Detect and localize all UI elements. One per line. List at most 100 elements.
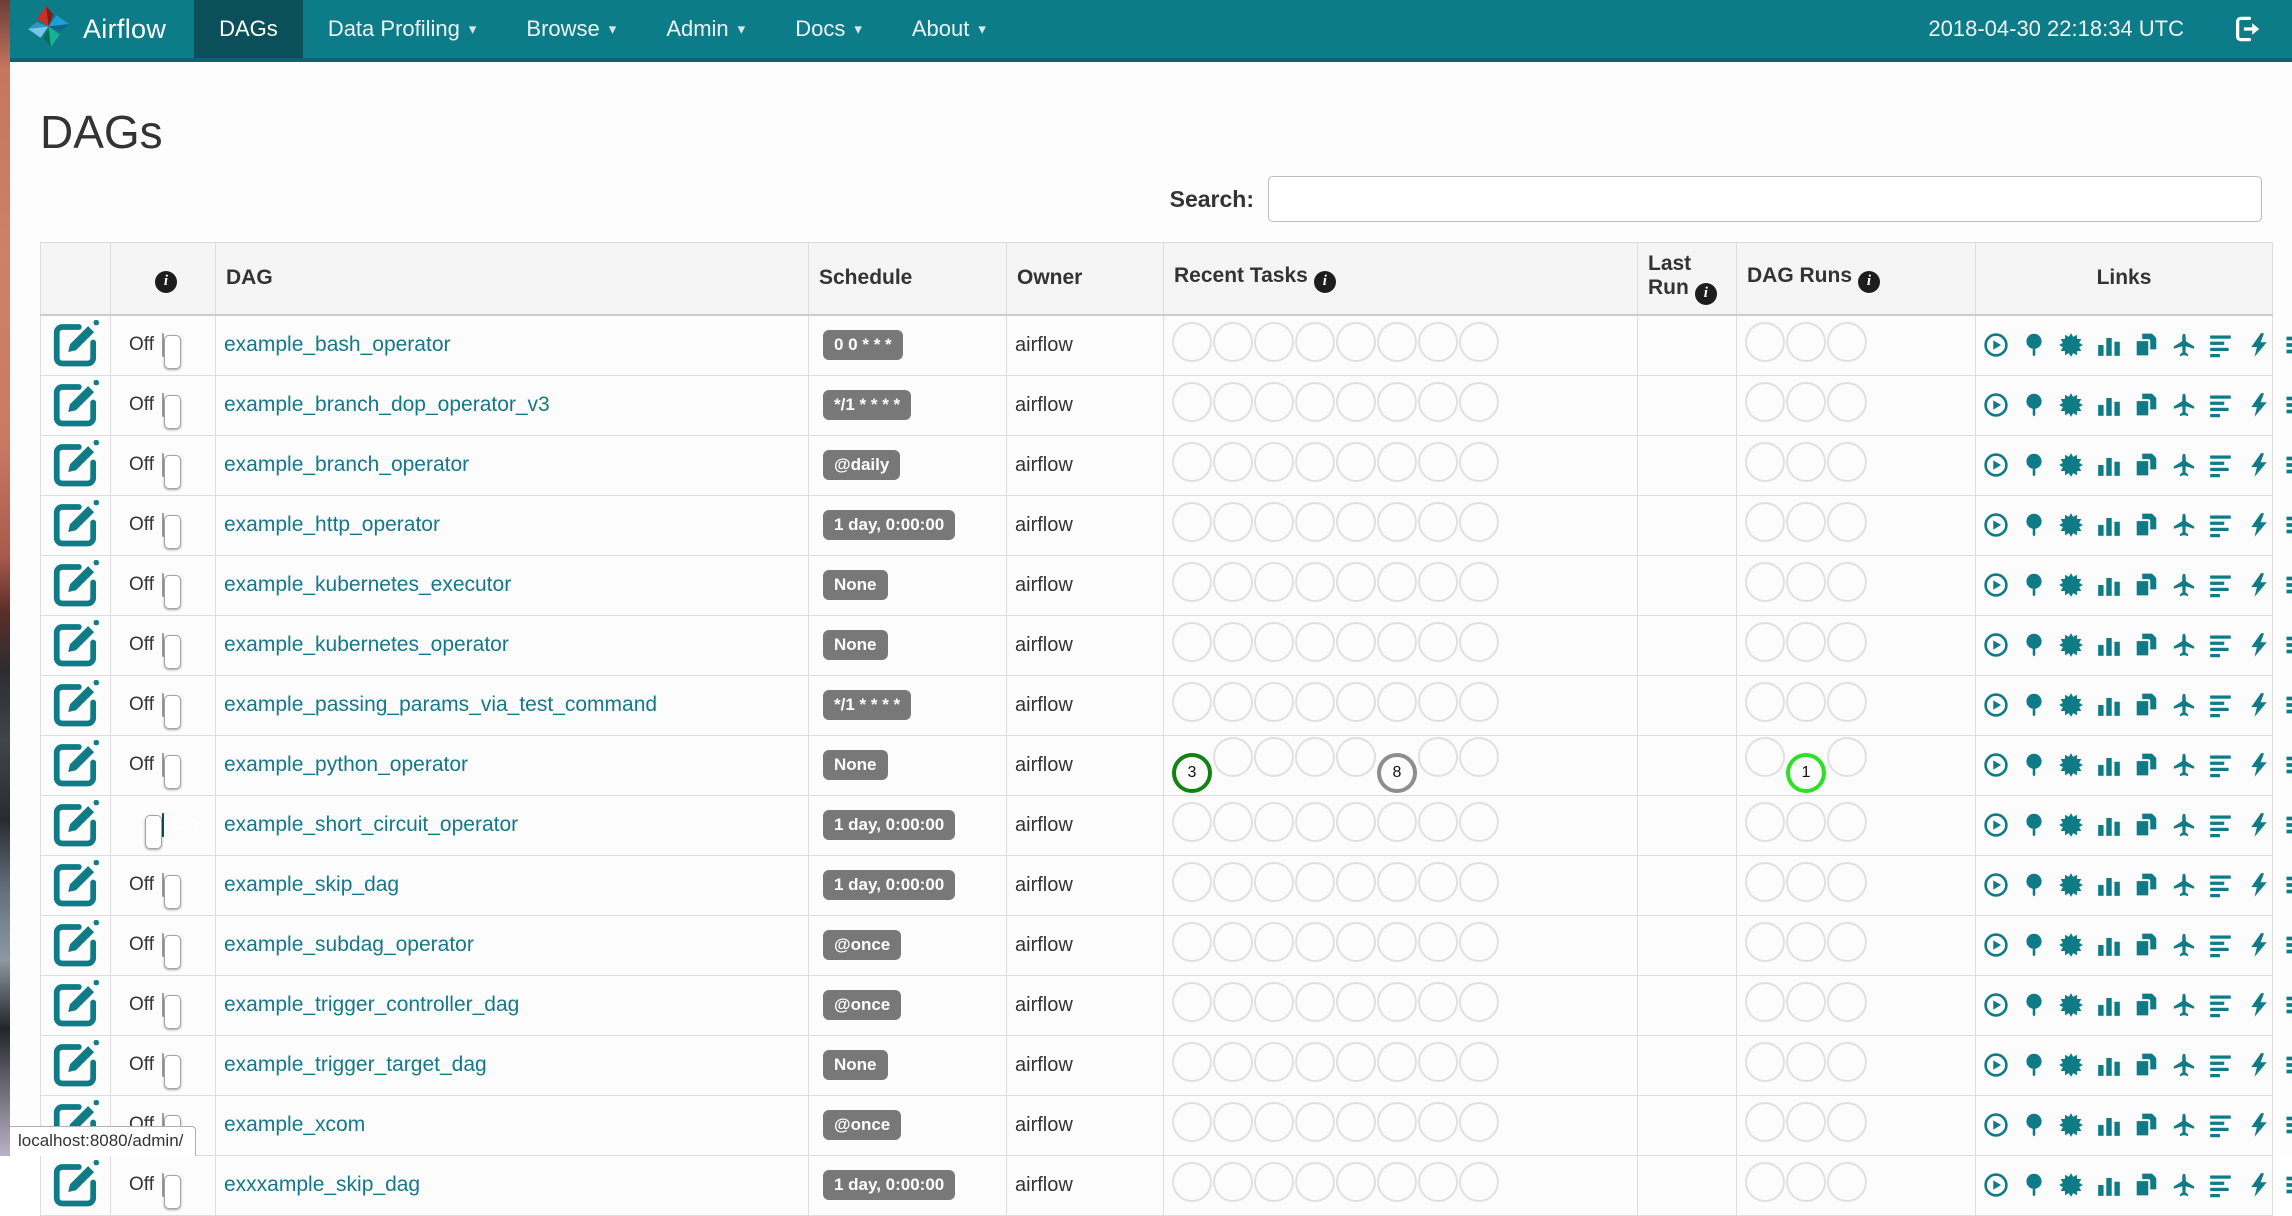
plane-icon[interactable] bbox=[2171, 392, 2197, 418]
align-left-icon[interactable] bbox=[2208, 1052, 2234, 1078]
dag-link[interactable]: example_trigger_controller_dag bbox=[224, 993, 519, 1016]
bolt-icon[interactable] bbox=[2246, 452, 2272, 478]
bolt-icon[interactable] bbox=[2246, 812, 2272, 838]
edit-dag-icon[interactable] bbox=[49, 832, 102, 854]
align-left-icon[interactable] bbox=[2208, 452, 2234, 478]
task-state-circle[interactable]: 3 bbox=[1172, 753, 1212, 793]
dag-link[interactable]: example_bash_operator bbox=[224, 333, 451, 356]
list-icon[interactable] bbox=[2284, 1112, 2292, 1138]
plane-icon[interactable] bbox=[2171, 512, 2197, 538]
dag-link[interactable]: example_passing_params_via_test_command bbox=[224, 693, 657, 716]
bar-chart-icon[interactable] bbox=[2096, 752, 2122, 778]
align-left-icon[interactable] bbox=[2208, 1112, 2234, 1138]
copy-icon[interactable] bbox=[2133, 392, 2159, 418]
nav-item-admin[interactable]: Admin ▾ bbox=[641, 0, 770, 58]
list-icon[interactable] bbox=[2284, 452, 2292, 478]
list-icon[interactable] bbox=[2284, 392, 2292, 418]
align-left-icon[interactable] bbox=[2208, 1172, 2234, 1198]
copy-icon[interactable] bbox=[2133, 572, 2159, 598]
sun-icon[interactable] bbox=[2058, 1172, 2084, 1198]
copy-icon[interactable] bbox=[2133, 632, 2159, 658]
nav-item-about[interactable]: About ▾ bbox=[887, 0, 1011, 58]
dag-pause-toggle[interactable]: Off bbox=[162, 693, 164, 717]
dag-run-circle[interactable]: 1 bbox=[1786, 753, 1826, 793]
sun-icon[interactable] bbox=[2058, 632, 2084, 658]
dag-link[interactable]: example_kubernetes_executor bbox=[224, 573, 511, 596]
sun-icon[interactable] bbox=[2058, 572, 2084, 598]
copy-icon[interactable] bbox=[2133, 1172, 2159, 1198]
plane-icon[interactable] bbox=[2171, 812, 2197, 838]
edit-dag-icon[interactable] bbox=[49, 652, 102, 674]
plane-icon[interactable] bbox=[2171, 752, 2197, 778]
edit-dag-icon[interactable] bbox=[49, 412, 102, 434]
dag-pause-toggle[interactable]: Off bbox=[162, 993, 164, 1017]
tree-icon[interactable] bbox=[2021, 392, 2047, 418]
plane-icon[interactable] bbox=[2171, 632, 2197, 658]
tree-icon[interactable] bbox=[2021, 1172, 2047, 1198]
tree-icon[interactable] bbox=[2021, 692, 2047, 718]
play-circle-icon[interactable] bbox=[1983, 332, 2009, 358]
bar-chart-icon[interactable] bbox=[2096, 572, 2122, 598]
bar-chart-icon[interactable] bbox=[2096, 632, 2122, 658]
list-icon[interactable] bbox=[2284, 1172, 2292, 1198]
align-left-icon[interactable] bbox=[2208, 992, 2234, 1018]
dag-link[interactable]: example_http_operator bbox=[224, 513, 440, 536]
bar-chart-icon[interactable] bbox=[2096, 512, 2122, 538]
bolt-icon[interactable] bbox=[2246, 872, 2272, 898]
plane-icon[interactable] bbox=[2171, 452, 2197, 478]
list-icon[interactable] bbox=[2284, 752, 2292, 778]
plane-icon[interactable] bbox=[2171, 992, 2197, 1018]
align-left-icon[interactable] bbox=[2208, 512, 2234, 538]
play-circle-icon[interactable] bbox=[1983, 452, 2009, 478]
bolt-icon[interactable] bbox=[2246, 572, 2272, 598]
bolt-icon[interactable] bbox=[2246, 1172, 2272, 1198]
search-input[interactable] bbox=[1268, 176, 2262, 222]
play-circle-icon[interactable] bbox=[1983, 872, 2009, 898]
task-state-circle[interactable]: 8 bbox=[1377, 753, 1417, 793]
sun-icon[interactable] bbox=[2058, 452, 2084, 478]
sun-icon[interactable] bbox=[2058, 392, 2084, 418]
align-left-icon[interactable] bbox=[2208, 392, 2234, 418]
bar-chart-icon[interactable] bbox=[2096, 1172, 2122, 1198]
sun-icon[interactable] bbox=[2058, 332, 2084, 358]
align-left-icon[interactable] bbox=[2208, 632, 2234, 658]
bolt-icon[interactable] bbox=[2246, 932, 2272, 958]
play-circle-icon[interactable] bbox=[1983, 752, 2009, 778]
dag-pause-toggle[interactable]: Off bbox=[162, 1053, 164, 1077]
copy-icon[interactable] bbox=[2133, 692, 2159, 718]
copy-icon[interactable] bbox=[2133, 932, 2159, 958]
plane-icon[interactable] bbox=[2171, 1052, 2197, 1078]
dag-pause-toggle[interactable]: Off bbox=[162, 573, 164, 597]
edit-dag-icon[interactable] bbox=[49, 1192, 102, 1214]
plane-icon[interactable] bbox=[2171, 1112, 2197, 1138]
align-left-icon[interactable] bbox=[2208, 752, 2234, 778]
dag-pause-toggle[interactable]: Off bbox=[162, 873, 164, 897]
copy-icon[interactable] bbox=[2133, 1112, 2159, 1138]
tree-icon[interactable] bbox=[2021, 452, 2047, 478]
sun-icon[interactable] bbox=[2058, 1052, 2084, 1078]
tree-icon[interactable] bbox=[2021, 1112, 2047, 1138]
play-circle-icon[interactable] bbox=[1983, 632, 2009, 658]
tree-icon[interactable] bbox=[2021, 752, 2047, 778]
bolt-icon[interactable] bbox=[2246, 752, 2272, 778]
nav-item-data-profiling[interactable]: Data Profiling ▾ bbox=[303, 0, 502, 58]
dag-pause-toggle[interactable]: Off bbox=[162, 1173, 164, 1197]
list-icon[interactable] bbox=[2284, 872, 2292, 898]
bar-chart-icon[interactable] bbox=[2096, 992, 2122, 1018]
bar-chart-icon[interactable] bbox=[2096, 1112, 2122, 1138]
bar-chart-icon[interactable] bbox=[2096, 392, 2122, 418]
edit-dag-icon[interactable] bbox=[49, 712, 102, 734]
plane-icon[interactable] bbox=[2171, 1172, 2197, 1198]
plane-icon[interactable] bbox=[2171, 872, 2197, 898]
bar-chart-icon[interactable] bbox=[2096, 452, 2122, 478]
list-icon[interactable] bbox=[2284, 1052, 2292, 1078]
tree-icon[interactable] bbox=[2021, 872, 2047, 898]
align-left-icon[interactable] bbox=[2208, 572, 2234, 598]
dag-pause-toggle[interactable]: Off bbox=[162, 333, 164, 357]
tree-icon[interactable] bbox=[2021, 332, 2047, 358]
play-circle-icon[interactable] bbox=[1983, 1052, 2009, 1078]
bolt-icon[interactable] bbox=[2246, 392, 2272, 418]
sun-icon[interactable] bbox=[2058, 512, 2084, 538]
tree-icon[interactable] bbox=[2021, 572, 2047, 598]
sign-out-icon[interactable] bbox=[2232, 14, 2262, 44]
